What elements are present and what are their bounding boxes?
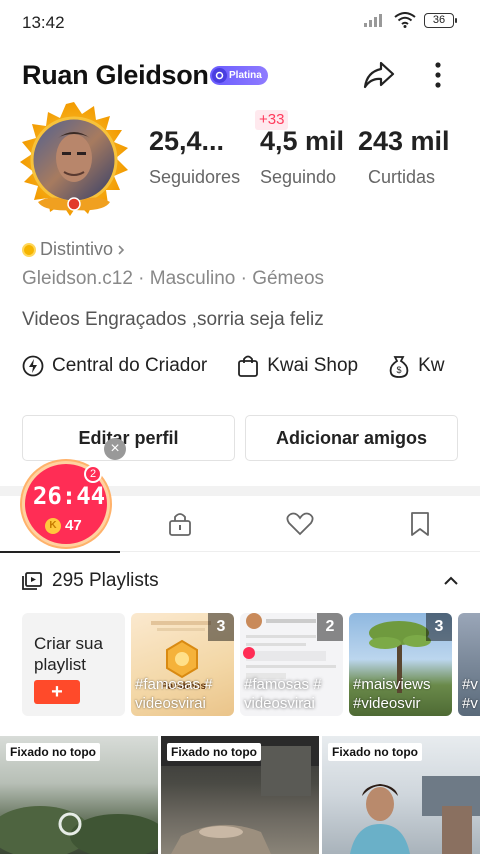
playlist-tag-line: videosvirai xyxy=(135,695,206,712)
playlist-card[interactable]: #v #v xyxy=(458,613,480,716)
timer-countdown: 26:44 xyxy=(32,482,106,510)
timer-notification-badge: 2 xyxy=(84,465,102,483)
playlist-tags: #maisviews #videosvir xyxy=(353,675,431,713)
more-vertical-icon xyxy=(435,62,441,88)
lock-icon xyxy=(169,513,191,536)
add-friends-button[interactable]: Adicionar amigos xyxy=(245,415,458,461)
status-icons: 36 xyxy=(364,12,457,28)
share-icon xyxy=(363,61,395,89)
quick-link-label: Kwai Shop xyxy=(267,355,359,376)
stat-following[interactable]: 4,5 mil Seguindo xyxy=(260,126,344,188)
distintivo-icon xyxy=(22,242,36,257)
quick-links: Central do Criador Kwai Shop $ Kw xyxy=(22,354,445,378)
badge-label: Platina xyxy=(229,70,262,81)
edit-profile-button[interactable]: Editar perfil xyxy=(22,415,235,461)
pinned-label: Fixado no topo xyxy=(167,743,261,761)
video-thumbnail[interactable]: Fixado no topo xyxy=(322,736,480,854)
followers-count: 25,4... xyxy=(149,126,225,156)
quick-link-kwai-shop[interactable]: Kwai Shop xyxy=(237,354,358,378)
avatar[interactable] xyxy=(14,100,134,220)
bookmark-icon xyxy=(411,512,429,536)
collapse-playlists-button[interactable] xyxy=(440,570,462,592)
status-bar: 13:42 36 xyxy=(0,0,480,44)
shopping-bag-icon xyxy=(238,355,259,377)
playlist-tag-line: #maisviews xyxy=(353,676,431,693)
chevron-up-icon xyxy=(444,576,458,585)
following-count: 4,5 mil xyxy=(260,126,345,156)
timer-coin-count: 47 xyxy=(65,517,82,534)
playlist-tags: #famosas # videosvirai xyxy=(244,675,322,713)
create-playlist-plus-button[interactable]: + xyxy=(34,680,80,704)
video-thumbnail[interactable]: Fixado no topo xyxy=(0,736,158,854)
pinned-label: Fixado no topo xyxy=(6,743,100,761)
distintivo-link[interactable]: Distintivo xyxy=(22,239,125,260)
create-playlist-card[interactable]: Criar sua playlist + xyxy=(22,613,125,716)
close-icon[interactable]: × xyxy=(104,438,126,460)
playlist-card[interactable]: 2 #famosas # videosvirai xyxy=(240,613,343,716)
quick-link-label: Central do Criador xyxy=(52,355,208,376)
pinned-label: Fixado no topo xyxy=(328,743,422,761)
playlist-video-count: 3 xyxy=(208,613,234,641)
stat-likes[interactable]: 243 mil Curtidas xyxy=(358,126,450,188)
playlist-tag-line: #famosas # xyxy=(244,676,322,693)
tab-private[interactable] xyxy=(120,496,240,552)
playlist-card[interactable]: 3 #maisviews #videosvir xyxy=(349,613,452,716)
svg-text:$: $ xyxy=(397,365,402,375)
tab-liked[interactable] xyxy=(240,496,360,552)
status-time: 13:42 xyxy=(22,13,65,32)
badge-icon xyxy=(212,68,227,83)
money-bag-icon: $ xyxy=(389,356,409,378)
quick-link-label: Kw xyxy=(418,355,445,376)
playlist-tag-line: #v xyxy=(462,695,478,712)
playlist-icon xyxy=(22,572,42,590)
lightning-icon xyxy=(22,355,44,377)
playlist-tag-line: #v xyxy=(462,676,478,693)
share-button[interactable] xyxy=(360,58,398,92)
create-playlist-label: Criar sua playlist xyxy=(34,634,103,674)
playlists-count-label: 295 Playlists xyxy=(52,570,159,591)
stat-followers[interactable]: 25,4... Seguidores xyxy=(149,126,240,188)
profile-bio: Videos Engraçados ,sorria seja feliz xyxy=(22,309,324,330)
video-thumbnail[interactable]: Fixado no topo xyxy=(161,736,319,854)
playlist-tag-line: videosvirai xyxy=(244,695,315,712)
timer-coins: K 47 xyxy=(45,517,82,534)
chevron-right-icon xyxy=(118,244,125,255)
tab-active-indicator xyxy=(0,551,120,553)
playlist-tags: #v #v xyxy=(462,675,478,713)
playlist-video-count: 3 xyxy=(426,613,452,641)
likes-count: 243 mil xyxy=(358,126,450,156)
distintivo-label: Distintivo xyxy=(40,239,114,259)
playlist-video-count: 2 xyxy=(317,613,343,641)
battery-icon: 36 xyxy=(424,12,457,28)
profile-meta: Gleidson.c12 · Masculino · Gémeos xyxy=(22,268,325,289)
playlist-tag-line: #videosvir xyxy=(353,695,421,712)
quick-link-creator-center[interactable]: Central do Criador xyxy=(22,354,207,378)
signal-icon xyxy=(364,14,382,27)
following-label: Seguindo xyxy=(260,167,337,187)
playlist-tag-line: #famosas # xyxy=(135,676,213,693)
wifi-icon xyxy=(394,12,416,28)
platina-badge[interactable]: Platina xyxy=(210,66,268,85)
playlists-header: 295 Playlists xyxy=(22,570,159,592)
tab-saved[interactable] xyxy=(360,496,480,552)
heart-icon xyxy=(286,512,314,536)
playlist-tags: #famosas # videosvirai xyxy=(135,675,213,713)
more-options-button[interactable] xyxy=(426,58,450,92)
coin-icon: K xyxy=(45,517,61,534)
likes-label: Curtidas xyxy=(368,167,436,187)
quick-link-kwai-money[interactable]: $ Kw xyxy=(388,354,445,378)
profile-name: Ruan Gleidson xyxy=(22,60,209,90)
playlist-card[interactable]: Parabéns 3 #famosas # videosvirai xyxy=(131,613,234,716)
followers-label: Seguidores xyxy=(149,167,241,187)
